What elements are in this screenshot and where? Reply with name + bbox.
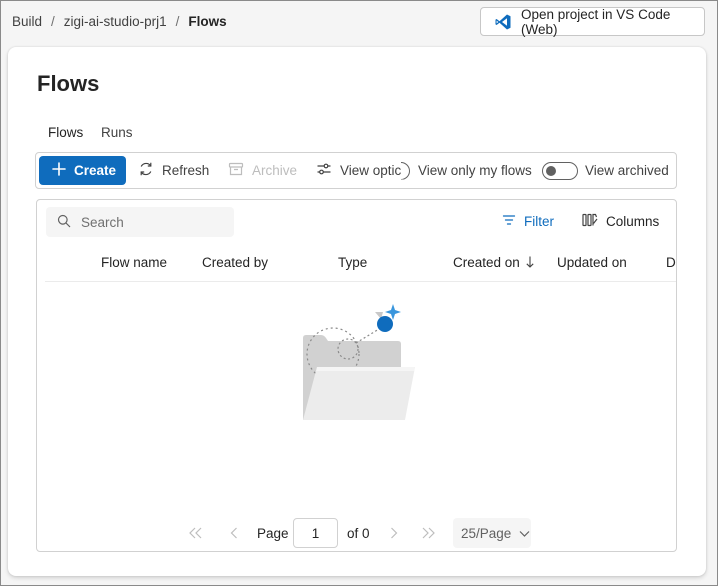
toggle-switch-icon [542,161,578,180]
refresh-button[interactable]: Refresh [138,153,209,188]
table-header: Flow name Created by Type Created on Upd… [45,242,676,282]
view-options-button[interactable]: View optic [316,153,401,188]
empty-state-folder-illustration [299,302,424,425]
view-archived-toggle[interactable]: View archived [542,153,669,188]
archive-button[interactable]: Archive [228,153,297,188]
open-in-vscode-button[interactable]: Open project in VS Code (Web) [480,6,705,37]
columns-icon [582,213,598,230]
create-button-label: Create [74,163,117,178]
breadcrumb: Build / zigi-ai-studio-prj1 / Flows [12,14,227,29]
view-archived-label: View archived [585,163,669,178]
first-page-icon[interactable] [187,518,203,548]
search-input[interactable] [81,214,221,230]
sliders-icon [316,161,332,180]
flows-card: Flows Flows Runs Create Refresh Archive … [8,47,706,576]
column-description[interactable]: Da [666,255,676,270]
view-only-my-flows-toggle[interactable]: View only my flows [401,153,532,188]
column-type[interactable]: Type [338,255,367,270]
column-created-on[interactable]: Created on [453,255,535,272]
breadcrumb-build[interactable]: Build [12,14,42,29]
create-button[interactable]: Create [39,156,126,185]
pagination-bar: Page of 0 25/Page [187,518,537,548]
column-created-by[interactable]: Created by [202,255,268,270]
column-updated-on[interactable]: Updated on [557,255,627,270]
view-options-label: View optic [340,163,401,178]
refresh-icon [138,161,154,180]
column-created-on-label: Created on [453,255,520,270]
filter-label: Filter [524,214,554,229]
breadcrumb-project[interactable]: zigi-ai-studio-prj1 [64,14,167,29]
vscode-icon [494,13,512,31]
plus-icon [52,162,66,179]
chevron-down-icon [519,526,530,541]
filter-button[interactable]: Filter [502,213,554,230]
columns-label: Columns [606,214,660,229]
command-toolbar: Create Refresh Archive View optic View o… [35,152,677,189]
last-page-icon[interactable] [421,518,437,548]
previous-page-icon[interactable] [229,518,239,548]
page-count-label: of 0 [347,525,370,541]
page-size-value: 25/Page [461,525,512,541]
page-size-dropdown[interactable]: 25/Page [453,518,531,548]
columns-button[interactable]: Columns [582,213,659,230]
page-title: Flows [37,71,100,96]
top-bar: Build / zigi-ai-studio-prj1 / Flows Open… [0,0,718,44]
filter-icon [502,213,516,230]
page-number-input[interactable] [293,518,338,548]
archive-icon [228,161,244,180]
vscode-button-label: Open project in VS Code (Web) [521,6,671,37]
refresh-label: Refresh [162,163,210,178]
search-icon [57,214,71,231]
breadcrumb-separator: / [51,14,55,29]
tab-flows[interactable]: Flows [46,125,85,156]
tab-runs[interactable]: Runs [101,125,133,153]
column-flow-name[interactable]: Flow name [101,255,167,270]
flows-table-panel: Filter Columns Flow name Created by Type… [36,199,677,552]
view-only-my-flows-label: View only my flows [418,163,532,178]
page-label: Page [257,525,289,541]
arrow-down-icon [525,255,535,272]
next-page-icon[interactable] [389,518,399,548]
archive-label: Archive [252,163,298,178]
breadcrumb-separator: / [175,14,180,29]
breadcrumb-flows: Flows [188,14,227,29]
search-box[interactable] [46,207,234,237]
